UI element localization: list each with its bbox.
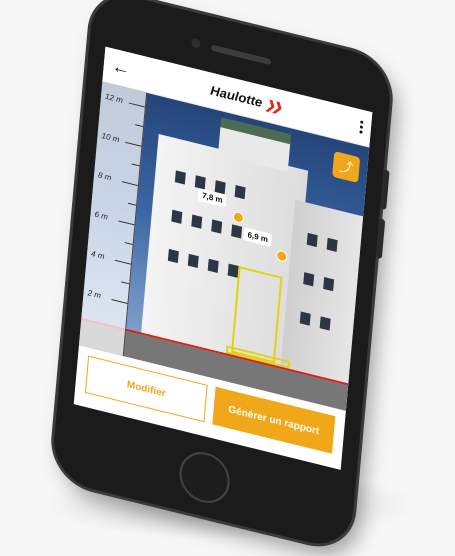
phone-device: ← Haulotte ❯❯ 12 m 10 m 8 m 6 m 4 m 2 m … — [50, 0, 394, 553]
arrow-left-icon[interactable]: ← — [111, 55, 131, 80]
window — [231, 224, 243, 239]
ruler-tick — [128, 202, 137, 206]
app-screen: ← Haulotte ❯❯ 12 m 10 m 8 m 6 m 4 m 2 m … — [73, 46, 373, 470]
ruler-label: 10 m — [101, 131, 120, 145]
ruler-label: 8 m — [97, 170, 112, 183]
window — [174, 170, 186, 185]
window — [303, 272, 315, 287]
ruler-label: 6 m — [94, 209, 109, 222]
ruler-tick — [121, 281, 130, 285]
ruler-label: 2 m — [87, 288, 102, 301]
window — [207, 258, 219, 273]
ruler-tick — [111, 299, 128, 304]
ruler-tick — [135, 124, 144, 128]
ruler-tick — [125, 141, 142, 147]
ruler-tick — [128, 102, 145, 108]
window — [234, 185, 246, 200]
window — [191, 214, 203, 229]
window — [319, 316, 331, 331]
window — [194, 175, 206, 190]
window — [187, 253, 199, 269]
window — [211, 219, 223, 234]
window — [323, 277, 335, 292]
window — [167, 248, 179, 264]
ruler-tick — [131, 163, 140, 167]
more-vertical-icon[interactable] — [359, 120, 364, 134]
brand-chevron-icon: ❯❯ — [264, 96, 280, 114]
ruler-tick — [118, 220, 135, 226]
ruler-tick — [121, 181, 138, 187]
window — [171, 209, 183, 224]
share-icon[interactable]: ⤴ — [332, 151, 361, 183]
ruler-label: 12 m — [104, 91, 124, 105]
brand-logo: Haulotte ❯❯ — [210, 83, 280, 115]
window — [306, 232, 318, 248]
window — [299, 311, 311, 326]
ruler-label: 4 m — [90, 248, 105, 262]
ruler-tick — [124, 242, 133, 246]
ruler-tick — [114, 259, 131, 265]
window — [326, 237, 338, 252]
brand-name: Haulotte — [209, 82, 263, 111]
